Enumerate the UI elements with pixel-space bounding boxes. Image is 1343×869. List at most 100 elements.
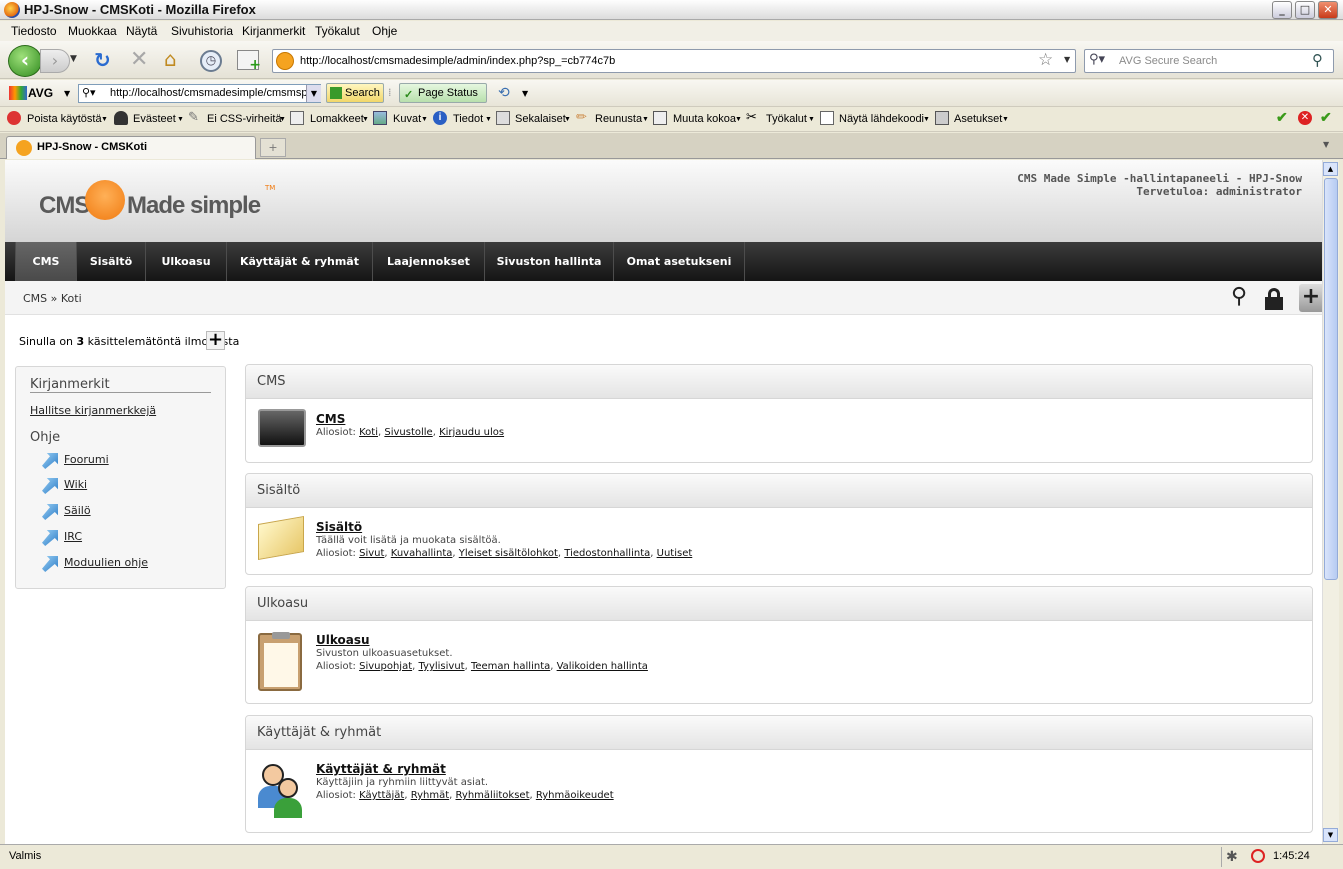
stop-icon[interactable]: ✕ (130, 47, 148, 72)
section-title-link[interactable]: Käyttäjät & ryhmät (316, 762, 446, 776)
url-dropdown-icon[interactable]: ▼ (1064, 55, 1070, 64)
validate-error-icon[interactable]: ✕ (1298, 111, 1312, 125)
help-link-module-help[interactable]: Moduulien ohje (64, 556, 148, 569)
lock-icon[interactable] (1265, 288, 1283, 310)
tab-active[interactable]: HPJ-Snow - CMSKoti (6, 136, 256, 159)
home-icon[interactable]: ⌂ (164, 47, 177, 71)
sublink-global-blocks[interactable]: Yleiset sisältölohkot (459, 548, 558, 559)
sublink-pages[interactable]: Sivut (359, 548, 384, 559)
help-link-repository[interactable]: Säilö (64, 504, 91, 517)
close-window-button[interactable]: ✕ (1318, 1, 1338, 19)
tab-list-icon[interactable]: ▼ (1323, 140, 1329, 149)
search-go-icon[interactable]: ⚲ (1312, 51, 1323, 69)
sublink-view-site[interactable]: Sivustolle (384, 427, 432, 438)
scrollbar-thumb[interactable] (1324, 178, 1338, 580)
expand-notifications-button[interactable]: + (206, 331, 225, 350)
dev-disable[interactable]: Poista käytöstä (27, 113, 102, 125)
page-content: CMS Made simple TM CMS Made Simple -hall… (5, 160, 1322, 844)
misc-icon (496, 111, 510, 125)
avg-extra-dropdown-icon[interactable]: ▼ (522, 89, 528, 98)
search-engine-icon[interactable]: ⚲▾ (1089, 52, 1105, 67)
scroll-up-icon[interactable]: ▲ (1323, 162, 1338, 176)
page-status-button[interactable]: ✓ Page Status (399, 83, 487, 103)
dev-misc[interactable]: Sekalaiset (515, 113, 566, 125)
menu-file[interactable]: Tiedosto (11, 24, 57, 38)
forward-button[interactable]: › (40, 49, 70, 73)
menu-view[interactable]: Näytä (126, 24, 157, 38)
menu-history[interactable]: Sivuhistoria (171, 24, 233, 38)
section-title-link[interactable]: CMS (316, 412, 345, 426)
new-tab-plus-icon[interactable]: + (237, 50, 261, 73)
dev-view-source[interactable]: Näytä lähdekoodi (839, 113, 924, 125)
cookies-icon (114, 111, 128, 125)
minimize-button[interactable]: _ (1272, 1, 1292, 19)
menu-bookmarks[interactable]: Kirjanmerkit (242, 24, 305, 38)
sublink-news[interactable]: Uutiset (657, 548, 693, 559)
search-icon[interactable]: ⚲ (1231, 284, 1247, 309)
nav-cms[interactable]: CMS (15, 242, 77, 281)
sublink-group-permissions[interactable]: Ryhmäoikeudet (536, 790, 614, 801)
validate-ok2-icon[interactable]: ✔ (1320, 109, 1334, 125)
dev-forms[interactable]: Lomakkeet (310, 113, 364, 125)
section-description: Sivuston ulkoasuasetukset. (316, 648, 453, 659)
clock-icon[interactable] (1251, 849, 1265, 863)
maximize-button[interactable]: □ (1295, 1, 1315, 19)
dev-tools[interactable]: Työkalut (766, 113, 807, 125)
breadcrumb[interactable]: CMS » Koti (23, 292, 82, 305)
sublink-menu-manager[interactable]: Valikoiden hallinta (557, 661, 648, 672)
dev-outline[interactable]: Reunusta (595, 113, 642, 125)
dev-settings[interactable]: Asetukset (954, 113, 1002, 125)
section-title-link[interactable]: Sisältö (316, 520, 362, 534)
sublink-users[interactable]: Käyttäjät (359, 790, 404, 801)
sublink-stylesheets[interactable]: Tyylisivut (418, 661, 464, 672)
dev-resize[interactable]: Muuta kokoa (673, 113, 736, 125)
sublink-image-manager[interactable]: Kuvahallinta (391, 548, 453, 559)
help-link-forum[interactable]: Foorumi (64, 453, 109, 466)
back-button[interactable]: ‹ (8, 45, 42, 77)
green-arrow-icon (330, 87, 342, 99)
reload-icon[interactable]: ↻ (94, 48, 111, 72)
section-title-link[interactable]: Ulkoasu (316, 633, 370, 647)
menu-edit[interactable]: Muokkaa (68, 24, 117, 38)
dev-images[interactable]: Kuvat (393, 113, 421, 125)
nav-extensions[interactable]: Laajennokset (373, 242, 485, 281)
manage-bookmarks-link[interactable]: Hallitse kirjanmerkkejä (30, 404, 156, 417)
menu-tools[interactable]: Työkalut (315, 24, 360, 38)
nav-content[interactable]: Sisältö (77, 242, 146, 281)
avg-search-value[interactable]: http://localhost/cmsmadesimple/cmsmsp (110, 87, 307, 99)
nav-users-groups[interactable]: Käyttäjät & ryhmät (227, 242, 373, 281)
nav-my-prefs[interactable]: Omat asetukseni (614, 242, 745, 281)
sublink-theme-manager[interactable]: Teeman hallinta (471, 661, 550, 672)
nav-site-admin[interactable]: Sivuston hallinta (485, 242, 614, 281)
sublink-templates[interactable]: Sivupohjat (359, 661, 412, 672)
avg-dropdown-icon[interactable]: ▼ (64, 89, 70, 98)
sublink-group-assignments[interactable]: Ryhmäliitokset (456, 790, 530, 801)
history-dropdown-icon[interactable]: ▼ (70, 54, 77, 64)
add-shortcut-icon[interactable]: + (1299, 284, 1322, 312)
sublink-home[interactable]: Koti (359, 427, 378, 438)
menu-help[interactable]: Ohje (372, 24, 397, 38)
history-clock-icon[interactable]: ◷ (200, 50, 222, 72)
help-link-irc[interactable]: IRC (64, 530, 82, 543)
bug-icon[interactable]: ✱ (1226, 848, 1238, 865)
sublink-logout[interactable]: Kirjaudu ulos (439, 427, 504, 438)
scroll-down-icon[interactable]: ▼ (1323, 828, 1338, 842)
help-link-icon (42, 478, 58, 494)
dev-cookies[interactable]: Evästeet (133, 113, 176, 125)
nav-layout[interactable]: Ulkoasu (146, 242, 227, 281)
tab-favicon-icon (16, 140, 32, 156)
sublink-groups[interactable]: Ryhmät (411, 790, 449, 801)
new-tab-icon[interactable]: + (260, 138, 286, 157)
avg-label[interactable]: AVG (28, 86, 53, 100)
url-text[interactable]: http://localhost/cmsmadesimple/admin/ind… (300, 55, 615, 67)
avg-logo-icon (9, 86, 27, 100)
sublink-file-manager[interactable]: Tiedostonhallinta (564, 548, 650, 559)
dev-info[interactable]: Tiedot (453, 113, 483, 125)
validate-ok-icon[interactable]: ✔ (1276, 109, 1290, 125)
help-link-wiki[interactable]: Wiki (64, 478, 87, 491)
avg-search-button[interactable]: Search (326, 83, 384, 103)
avg-field-dropdown-icon[interactable]: ▼ (306, 85, 321, 102)
bookmark-star-icon[interactable]: ☆ (1038, 50, 1053, 70)
dev-css[interactable]: Ei CSS-virheitä (207, 113, 282, 125)
avg-extra-icon[interactable]: ⟲ (498, 85, 510, 101)
